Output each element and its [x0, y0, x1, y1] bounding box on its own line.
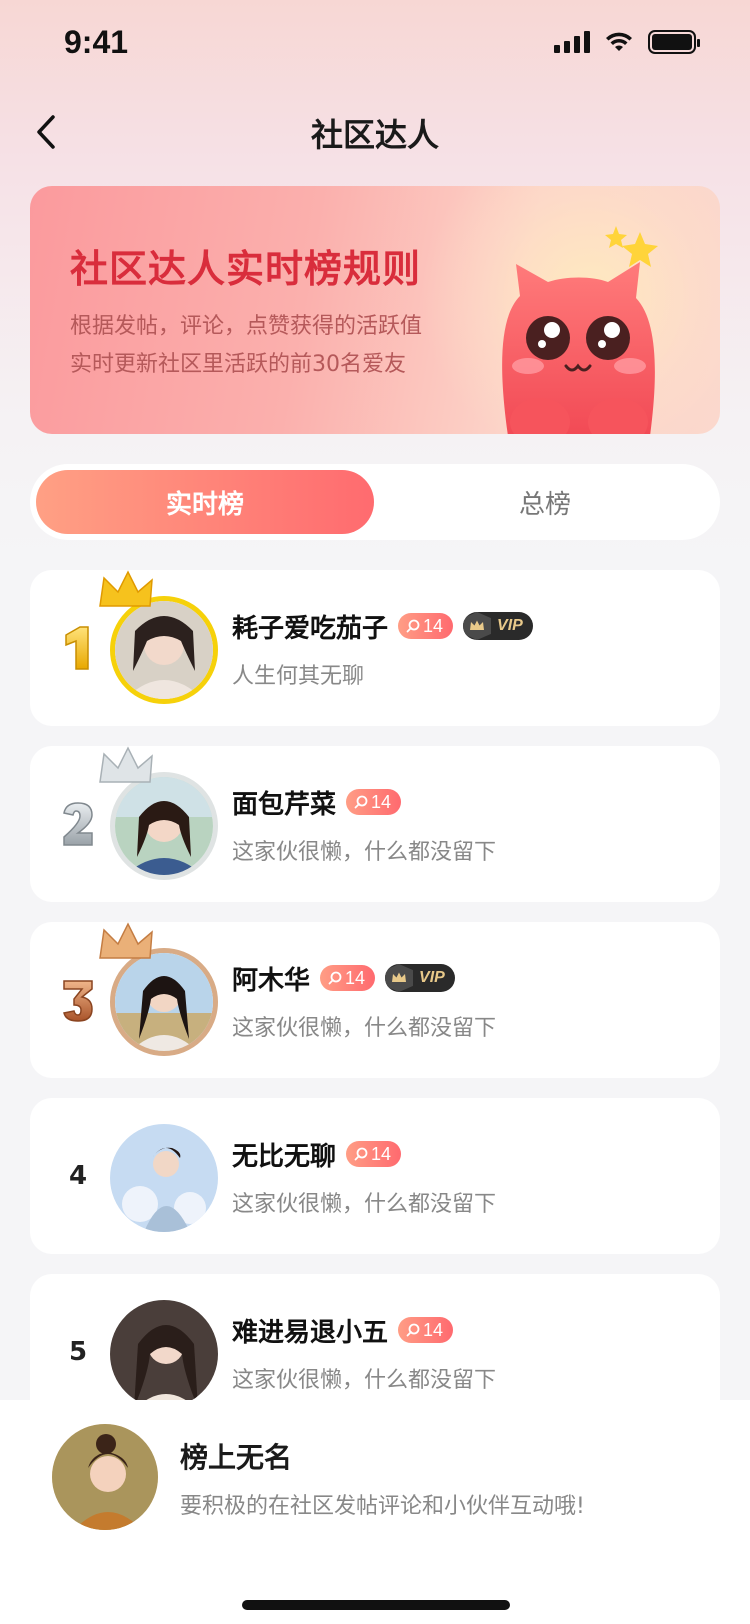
name-row: 无比无聊 14	[232, 1136, 496, 1172]
level-badge: 14	[346, 1141, 402, 1167]
crown-icon	[385, 964, 414, 992]
page: 9:41 社区达人 社区达人实时榜规则 根据发帖，评论，点赞获得的活跃值 实时更…	[0, 0, 750, 1624]
my-avatar[interactable]	[52, 1424, 158, 1530]
rank-3-badge	[63, 980, 93, 1022]
rank-number: 5	[68, 1337, 88, 1367]
level-value: 14	[371, 791, 392, 812]
level-value: 14	[371, 1143, 392, 1164]
level-badge: 14	[398, 613, 454, 639]
banner-desc-line-1: 根据发帖，评论，点赞获得的活跃值	[70, 314, 423, 339]
level-badge: 14	[398, 1317, 454, 1343]
search-icon	[354, 1147, 368, 1161]
battery-icon	[648, 30, 700, 54]
ranking-tabs: 实时榜 总榜	[30, 464, 720, 540]
user-info: 面包芹菜 14 这家伙很懒，什么都没留下	[232, 784, 496, 866]
user-name: 阿木华	[232, 965, 311, 996]
user-name: 难进易退小五	[232, 1317, 389, 1348]
banner-title: 社区达人实时榜规则	[70, 247, 422, 291]
my-status-title: 榜上无名	[180, 1441, 293, 1474]
bronze-crown-icon	[99, 922, 153, 959]
ranking-card[interactable]: 耗子爱吃茄子 14 VIP 人生何其无聊	[30, 570, 720, 726]
vip-badge: VIP	[385, 964, 455, 992]
user-info: 无比无聊 14 这家伙很懒，什么都没留下	[232, 1136, 496, 1218]
search-icon	[328, 971, 342, 985]
avatar-wrap	[99, 570, 218, 704]
name-row: 耗子爱吃茄子 14 VIP	[232, 608, 533, 644]
search-icon	[406, 1323, 420, 1337]
user-bio: 这家伙很懒，什么都没留下	[232, 840, 497, 865]
level-value: 14	[345, 967, 366, 988]
status-time: 9:41	[64, 24, 129, 60]
name-row: 阿木华 14 VIP	[232, 960, 496, 996]
rank: 5	[48, 1320, 108, 1384]
crown-icon	[463, 612, 492, 640]
ranking-card[interactable]: 面包芹菜 14 这家伙很懒，什么都没留下	[30, 746, 720, 902]
user-name: 无比无聊	[232, 1141, 337, 1172]
my-rank-bar[interactable]: 榜上无名 要积极的在社区发帖评论和小伙伴互动哦!	[0, 1400, 750, 1624]
rank-2-badge	[63, 802, 93, 846]
level-value: 14	[423, 615, 444, 636]
rank-3-icon	[48, 968, 108, 1032]
banner-description: 根据发帖，评论，点赞获得的活跃值 实时更新社区里活跃的前30名爱友	[70, 308, 490, 384]
user-bio: 人生何其无聊	[232, 664, 365, 689]
rank-number: 4	[68, 1161, 88, 1191]
level-badge: 14	[320, 965, 376, 991]
search-icon	[354, 795, 368, 809]
tab-realtime[interactable]: 实时榜	[36, 470, 374, 534]
avatar[interactable]	[110, 1300, 218, 1408]
rank-1-badge	[65, 626, 89, 670]
vip-label: VIP	[419, 969, 445, 986]
tab-overall[interactable]: 总榜	[376, 470, 714, 534]
vip-badge: VIP	[463, 612, 533, 640]
status-icons	[554, 30, 700, 54]
banner-desc-line-2: 实时更新社区里活跃的前30名爱友	[70, 352, 406, 377]
avatar-wrap	[110, 1124, 218, 1232]
avatar-wrap	[110, 1300, 218, 1408]
user-info: 难进易退小五 14 这家伙很懒，什么都没留下	[232, 1312, 496, 1394]
ranking-card[interactable]: 阿木华 14 VIP 这家伙很懒，什么都没留下	[30, 922, 720, 1078]
gold-crown-icon	[99, 570, 153, 607]
avatar[interactable]	[110, 1124, 218, 1232]
user-name: 耗子爱吃茄子	[232, 613, 389, 644]
mascot-illustration	[502, 226, 658, 434]
page-title: 社区达人	[310, 116, 439, 154]
search-icon	[406, 619, 420, 633]
user-bio: 这家伙很懒，什么都没留下	[232, 1192, 497, 1217]
wifi-icon	[606, 32, 632, 51]
user-bio: 这家伙很懒，什么都没留下	[232, 1016, 497, 1041]
user-bio: 这家伙很懒，什么都没留下	[232, 1368, 497, 1393]
name-row: 难进易退小五 14	[232, 1312, 496, 1348]
cellular-signal-icon	[554, 31, 590, 53]
level-value: 14	[423, 1319, 444, 1340]
rules-banner[interactable]: 社区达人实时榜规则 根据发帖，评论，点赞获得的活跃值 实时更新社区里活跃的前30…	[30, 186, 720, 434]
vip-label: VIP	[497, 617, 523, 634]
nav-bar: 社区达人	[0, 96, 750, 168]
ranking-card[interactable]: 4 无比无聊 14 这家伙很懒，什么都没留下	[30, 1098, 720, 1254]
user-info: 阿木华 14 VIP 这家伙很懒，什么都没留下	[232, 960, 496, 1042]
rank-1-icon	[48, 616, 108, 680]
status-bar: 9:41	[0, 0, 750, 88]
avatar-wrap	[99, 746, 218, 880]
rank: 4	[48, 1144, 108, 1208]
silver-crown-icon	[99, 746, 153, 783]
user-info: 耗子爱吃茄子 14 VIP 人生何其无聊	[232, 608, 533, 690]
home-indicator[interactable]	[242, 1600, 510, 1610]
my-status-tip: 要积极的在社区发帖评论和小伙伴互动哦!	[180, 1494, 585, 1519]
rank-2-icon	[48, 792, 108, 856]
level-badge: 14	[346, 789, 402, 815]
name-row: 面包芹菜 14	[232, 784, 496, 820]
user-name: 面包芹菜	[232, 789, 337, 820]
avatar-wrap	[99, 922, 218, 1056]
